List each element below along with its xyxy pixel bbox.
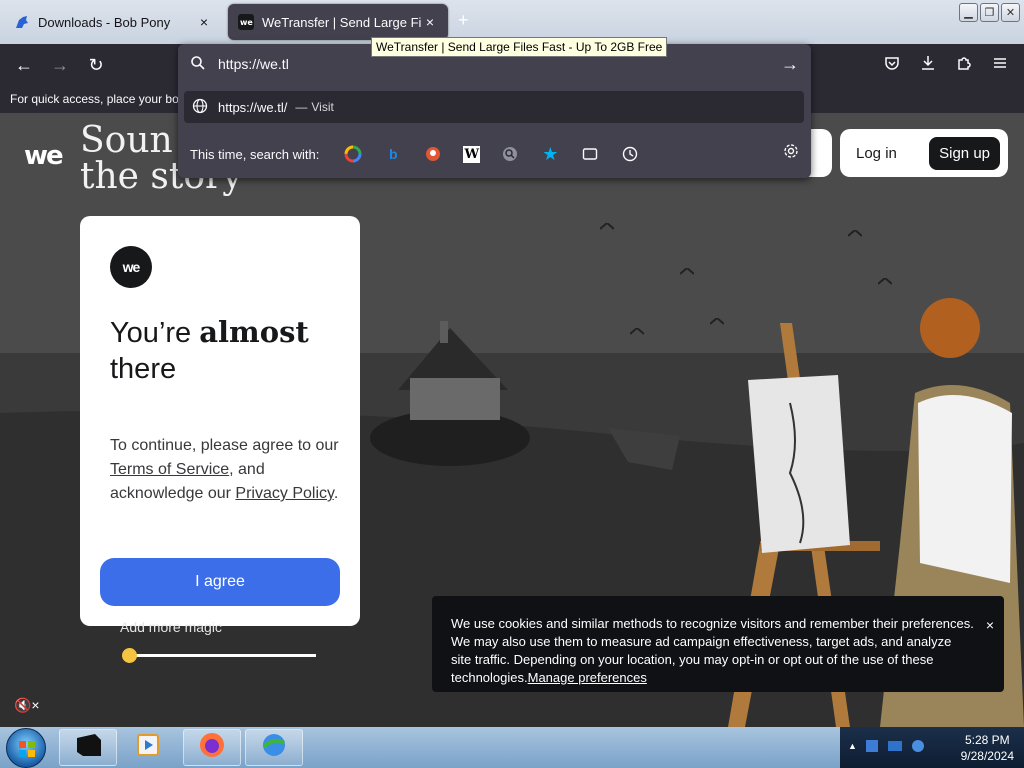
tray-expand-icon[interactable]: ▲ — [848, 739, 857, 756]
new-tab-button[interactable]: + — [458, 10, 469, 31]
consent-dialog: we You’re almost there To continue, pleas… — [80, 216, 360, 626]
privacy-link[interactable]: Privacy Policy — [235, 485, 333, 502]
tray-volume-icon[interactable] — [911, 739, 925, 756]
bing-icon[interactable]: b — [383, 144, 403, 164]
go-arrow-icon[interactable]: → — [781, 54, 799, 75]
body-text: . — [333, 485, 339, 502]
tray-app-icon[interactable] — [865, 739, 879, 756]
media-player-icon — [136, 732, 162, 763]
title-text-end: there — [110, 353, 177, 385]
start-button[interactable] — [6, 728, 46, 768]
search-with-label: This time, search with: — [190, 146, 320, 162]
extensions-icon[interactable] — [952, 54, 976, 76]
wetransfer-icon: we — [238, 14, 254, 30]
svg-text:we: we — [240, 18, 253, 27]
globe-icon — [192, 98, 208, 117]
suggestion-separator: — — [295, 100, 308, 114]
magic-slider-track[interactable] — [128, 654, 316, 657]
system-tray: ▲ 5:28 PM 9/28/2024 — [840, 727, 1024, 768]
mute-icon[interactable]: 🔇× — [14, 697, 40, 714]
bookmarks-star-icon[interactable]: ★ — [540, 144, 560, 164]
reload-button[interactable]: ↻ — [84, 54, 108, 76]
firefox-icon — [198, 731, 226, 764]
cookie-banner: We use cookies and similar methods to re… — [432, 596, 1004, 692]
title-text: You’re — [110, 317, 200, 349]
google-icon[interactable] — [343, 144, 363, 164]
search-engine-row: This time, search with: b W ★ — [178, 140, 811, 168]
bird-icon — [877, 273, 893, 285]
clock-date: 9/28/2024 — [960, 749, 1014, 763]
pony-icon — [14, 14, 30, 30]
url-suggestion[interactable]: https://we.tl/ — Visit — [184, 91, 804, 123]
wikipedia-icon[interactable]: W — [463, 145, 481, 163]
terminal-icon — [73, 732, 103, 763]
pocket-icon[interactable] — [880, 54, 904, 76]
auth-box: Log in Sign up — [840, 129, 1008, 177]
clock[interactable]: 5:28 PM 9/28/2024 — [961, 732, 1014, 764]
bird-icon — [679, 263, 695, 275]
tab-wetransfer[interactable]: we WeTransfer | Send Large Files F × — [228, 4, 448, 40]
menu-icon[interactable] — [988, 54, 1012, 76]
taskbar-app-terminal[interactable] — [59, 729, 117, 766]
login-button[interactable]: Log in — [856, 145, 897, 162]
taskbar-app-media[interactable] — [120, 729, 178, 766]
tab-title: Downloads - Bob Pony — [38, 14, 171, 30]
duckduckgo-icon[interactable] — [423, 144, 443, 164]
close-tab-icon[interactable]: × — [422, 14, 438, 30]
bird-icon — [599, 218, 615, 230]
minimize-button[interactable]: ▁ — [959, 3, 978, 22]
maximize-button[interactable]: ❐ — [980, 3, 999, 22]
manage-preferences-link[interactable]: Manage preferences — [528, 670, 647, 685]
tray-network-icon[interactable] — [887, 739, 903, 756]
gear-icon[interactable] — [783, 143, 799, 164]
network-globe-icon — [260, 731, 288, 764]
close-tab-icon[interactable]: × — [196, 14, 212, 30]
web-page: we Soun the story Log in Sign up we You’… — [0, 113, 1024, 727]
tabs-icon[interactable] — [580, 144, 600, 164]
suggestion-action: Visit — [311, 100, 334, 114]
bird-icon — [847, 225, 863, 237]
terms-link[interactable]: Terms of Service — [110, 461, 229, 478]
agree-button[interactable]: I agree — [100, 558, 340, 606]
consent-title: You’re almost there — [110, 314, 340, 387]
wetransfer-logo: we — [110, 246, 152, 288]
search-icon[interactable] — [500, 144, 520, 164]
window-controls: ▁ ❐ ✕ — [959, 3, 1020, 22]
clock-time: 5:28 PM — [964, 733, 1010, 747]
tab-downloads[interactable]: Downloads - Bob Pony × — [4, 4, 222, 40]
taskbar-app-network[interactable] — [245, 729, 303, 766]
signup-button[interactable]: Sign up — [929, 136, 1000, 170]
url-input[interactable]: https://we.tl — [218, 56, 781, 72]
bird-icon — [629, 323, 645, 335]
body-text: To continue, please agree to our — [110, 437, 339, 454]
taskbar: ▲ 5:28 PM 9/28/2024 — [0, 727, 1024, 768]
tab-title: WeTransfer | Send Large Files F — [262, 14, 422, 30]
consent-body: To continue, please agree to our Terms o… — [110, 434, 340, 506]
forward-button[interactable]: → — [48, 54, 72, 76]
wetransfer-logo[interactable]: we — [24, 141, 64, 171]
close-window-button[interactable]: ✕ — [1001, 3, 1020, 22]
magic-slider-handle[interactable] — [122, 648, 137, 663]
title-emphasis: almost — [199, 315, 309, 349]
suggestion-url: https://we.tl/ — [218, 99, 288, 115]
search-icon — [190, 55, 206, 74]
download-icon[interactable] — [916, 54, 940, 76]
taskbar-app-firefox[interactable] — [183, 729, 241, 766]
add-magic-label: Add more magic — [120, 619, 222, 635]
history-icon[interactable] — [620, 144, 640, 164]
back-button[interactable]: ← — [12, 54, 36, 76]
close-icon[interactable]: × — [986, 616, 994, 634]
bird-icon — [709, 313, 725, 325]
url-dropdown: https://we.tl → https://we.tl/ — Visit T… — [178, 44, 811, 178]
tab-tooltip: WeTransfer | Send Large Files Fast - Up … — [371, 37, 668, 57]
